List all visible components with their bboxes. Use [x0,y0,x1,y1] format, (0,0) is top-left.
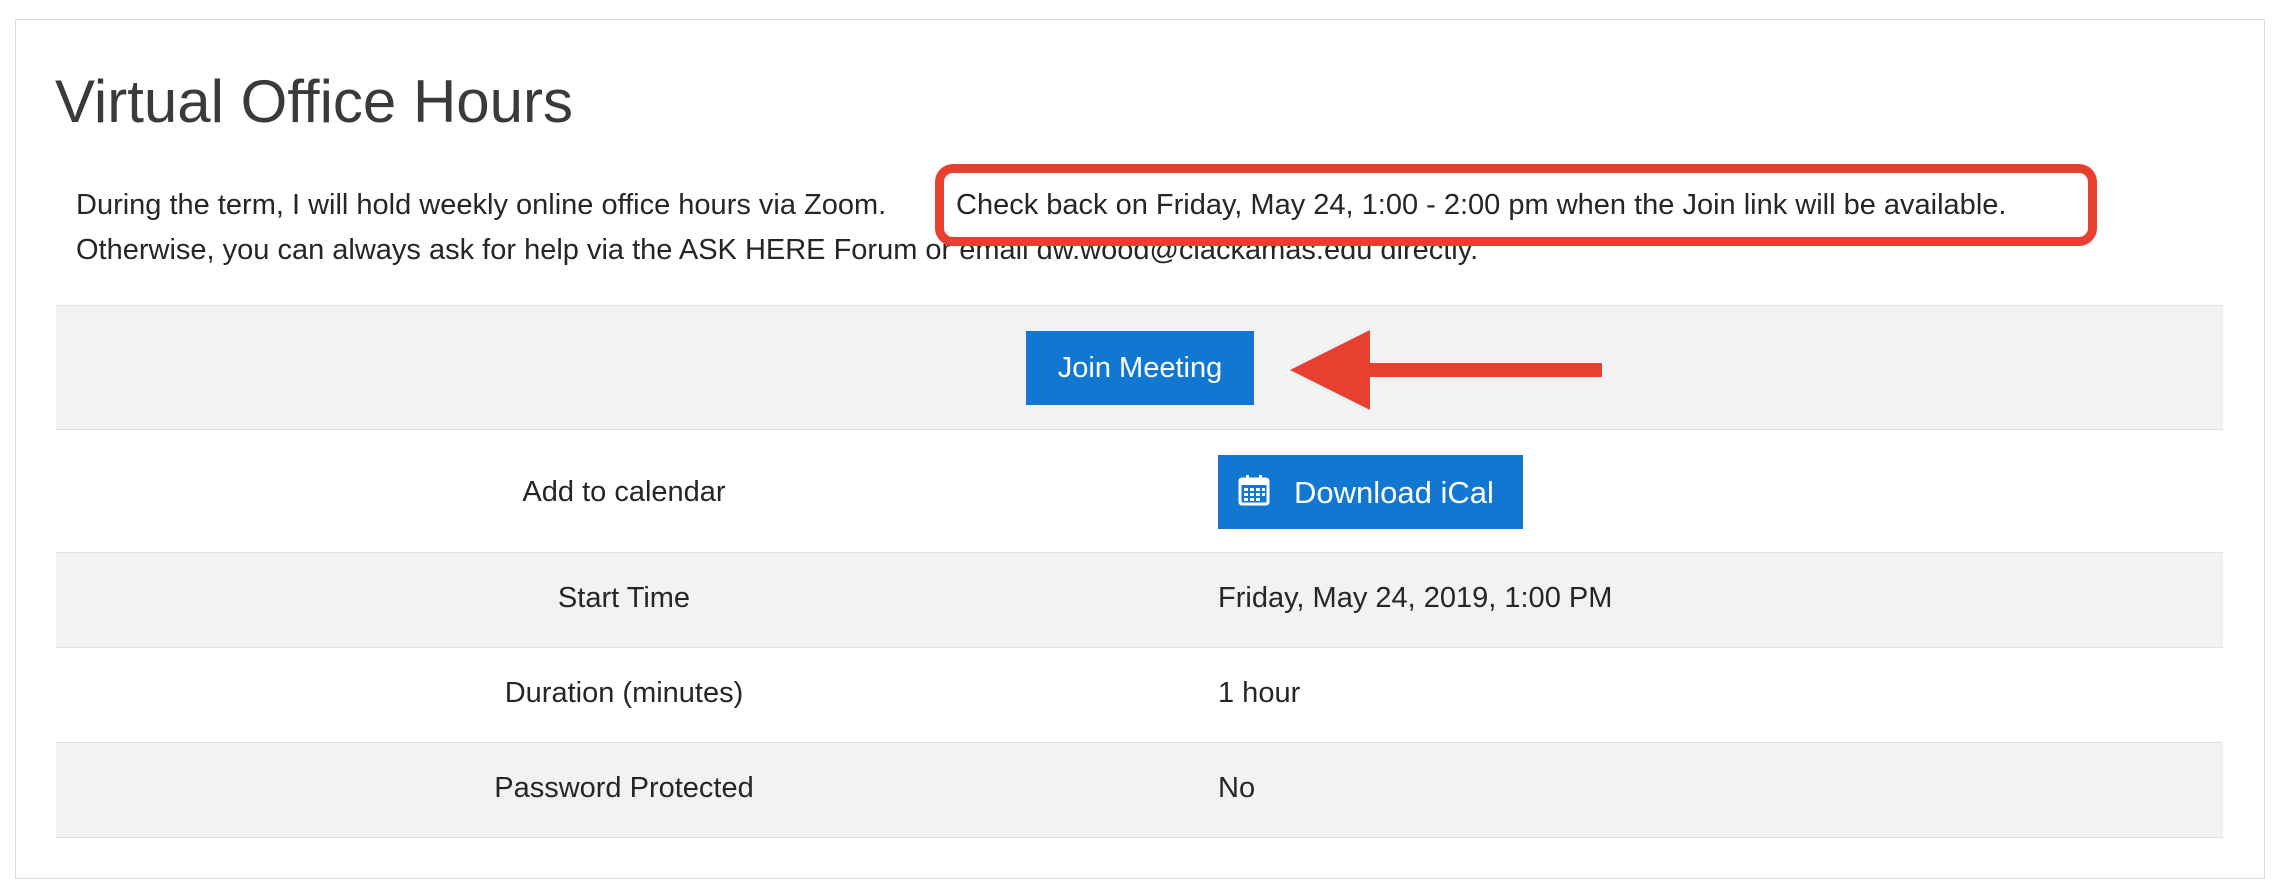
password-value: No [1218,772,1256,804]
calendar-row: Add to calendar Download iCal [56,430,2223,553]
duration-value: 1 hour [1218,677,1301,709]
callout-text: Check back on Friday, May 24, 1:00 - 2:0… [956,189,2007,221]
duration-label: Duration (minutes) [504,677,744,709]
start-time-label: Start Time [557,582,691,614]
pointer-arrow-icon [1290,330,1602,410]
download-ical-label: Download iCal [1294,474,1494,510]
start-time-value: Friday, May 24, 2019, 1:00 PM [1218,582,1613,614]
duration-row: Duration (minutes) 1 hour [56,648,2223,743]
download-ical-button[interactable]: Download iCal [1218,455,1523,529]
meeting-details-table: Join Meeting Add to calendar Download iC… [56,305,2223,838]
page-title: Virtual Office Hours [55,68,573,135]
calendar-icon [1238,474,1270,506]
password-row: Password Protected No [56,743,2223,838]
start-time-row: Start Time Friday, May 24, 2019, 1:00 PM [56,553,2223,648]
calendar-label: Add to calendar [522,476,726,508]
join-meeting-button[interactable]: Join Meeting [1026,331,1254,405]
password-label: Password Protected [494,772,754,804]
join-row: Join Meeting [56,306,2223,430]
